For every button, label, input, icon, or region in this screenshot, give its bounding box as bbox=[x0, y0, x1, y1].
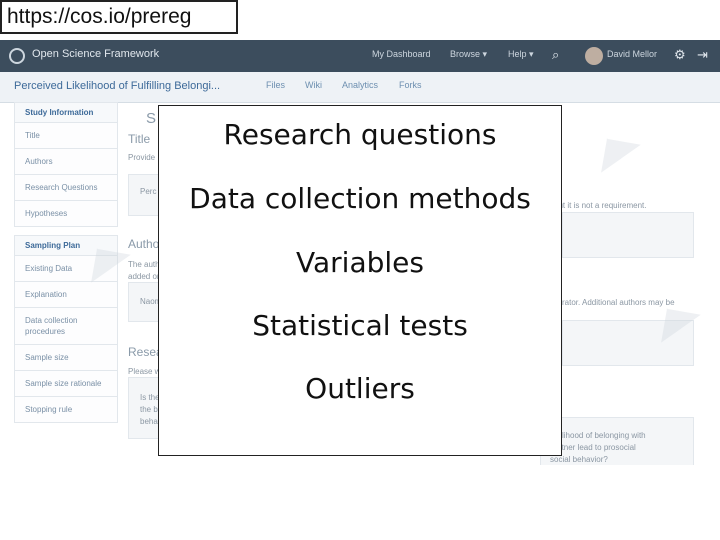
watermark-mark: ◢◣ bbox=[584, 120, 642, 175]
research-tail-1: likelihood of belonging with bbox=[550, 431, 646, 440]
research-value-1: Is the bbox=[140, 393, 160, 402]
nav-user-name[interactable]: David Mellor bbox=[607, 49, 657, 59]
sidebar-item-sample-size-rationale[interactable]: Sample size rationale bbox=[14, 371, 118, 397]
tab-analytics[interactable]: Analytics bbox=[342, 80, 378, 90]
project-title[interactable]: Perceived Likelihood of Fulfilling Belon… bbox=[14, 80, 220, 92]
sidebar-item-data-collection[interactable]: Data collection procedures bbox=[14, 308, 118, 345]
tab-files[interactable]: Files bbox=[266, 80, 285, 90]
overlay-item-variables: Variables bbox=[296, 246, 424, 279]
overlay-item-data-collection: Data collection methods bbox=[189, 182, 531, 215]
research-value-3: beha bbox=[140, 417, 158, 426]
title-help: Provide bbox=[128, 153, 156, 162]
gear-icon[interactable]: ⚙ bbox=[674, 47, 686, 63]
logout-icon[interactable]: ⇥ bbox=[697, 47, 708, 63]
title-label: Title bbox=[128, 132, 151, 146]
sidebar-item-hypotheses[interactable]: Hypotheses bbox=[14, 201, 118, 227]
overlay-item-statistical-tests: Statistical tests bbox=[252, 309, 468, 342]
search-icon[interactable]: ⌕ bbox=[552, 47, 559, 63]
sidebar-item-sample-size[interactable]: Sample size bbox=[14, 345, 118, 371]
overlay-item-outliers: Outliers bbox=[305, 372, 415, 405]
nav-browse[interactable]: Browse ▾ bbox=[450, 49, 487, 60]
url-label: https://cos.io/prereg bbox=[0, 0, 238, 34]
section-heading: S bbox=[146, 110, 157, 127]
research-tail-2: partner lead to prosocial bbox=[550, 443, 636, 452]
tab-wiki[interactable]: Wiki bbox=[305, 80, 322, 90]
title-help-tail: but it is not a requirement. bbox=[554, 201, 647, 210]
research-value-2: the b bbox=[140, 405, 158, 414]
sidebar-item-explanation[interactable]: Explanation bbox=[14, 282, 118, 308]
title-input-value: Perc bbox=[140, 187, 157, 196]
osf-navbar: Open Science Framework My Dashboard Brow… bbox=[0, 40, 720, 72]
sidebar-head-study: Study Information bbox=[14, 102, 118, 123]
project-bar: Perceived Likelihood of Fulfilling Belon… bbox=[0, 72, 720, 103]
sidebar-item-title[interactable]: Title bbox=[14, 123, 118, 149]
sidebar-item-stopping-rule[interactable]: Stopping rule bbox=[14, 397, 118, 423]
osf-brand: Open Science Framework bbox=[32, 48, 160, 60]
sidebar-item-authors[interactable]: Authors bbox=[14, 149, 118, 175]
overlay-panel: Research questions Data collection metho… bbox=[158, 105, 562, 456]
sidebar-item-research-questions[interactable]: Research Questions bbox=[14, 175, 118, 201]
overlay-item-research-questions: Research questions bbox=[223, 118, 497, 151]
nav-help[interactable]: Help ▾ bbox=[508, 49, 534, 60]
tab-forks[interactable]: Forks bbox=[399, 80, 422, 90]
avatar[interactable] bbox=[585, 47, 603, 65]
nav-my-dashboard[interactable]: My Dashboard bbox=[372, 49, 431, 59]
title-input-right[interactable] bbox=[562, 212, 694, 258]
osf-logo-icon bbox=[9, 48, 25, 64]
